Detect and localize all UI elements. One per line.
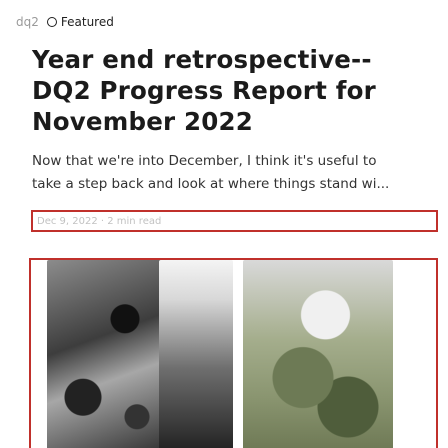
featured-indicator: Featured: [46, 15, 114, 29]
blog-post-card[interactable]: dq2 Featured Year end retrospective-- DQ…: [0, 0, 448, 448]
cover-photo-tile: [47, 260, 167, 448]
post-meta: Dec 9, 2022 · 2 min read: [31, 210, 438, 232]
post-excerpt-line: Now that we're into December, I think it…: [32, 153, 377, 169]
featured-circle-icon: [46, 17, 57, 27]
post-excerpt: Now that we're into December, I think it…: [32, 150, 417, 196]
post-excerpt-line: take a step back and look at where thing…: [32, 176, 390, 192]
post-cover-image[interactable]: [29, 258, 438, 448]
cover-photo-tile: [243, 260, 393, 448]
post-topline: dq2 Featured: [16, 12, 114, 32]
post-date-readtime: Dec 9, 2022 · 2 min read: [37, 215, 162, 227]
post-tag[interactable]: dq2: [16, 15, 39, 29]
cover-photo-tile: [159, 260, 233, 448]
post-title[interactable]: Year end retrospective-- DQ2 Progress Re…: [32, 44, 432, 137]
featured-label: Featured: [60, 15, 114, 29]
